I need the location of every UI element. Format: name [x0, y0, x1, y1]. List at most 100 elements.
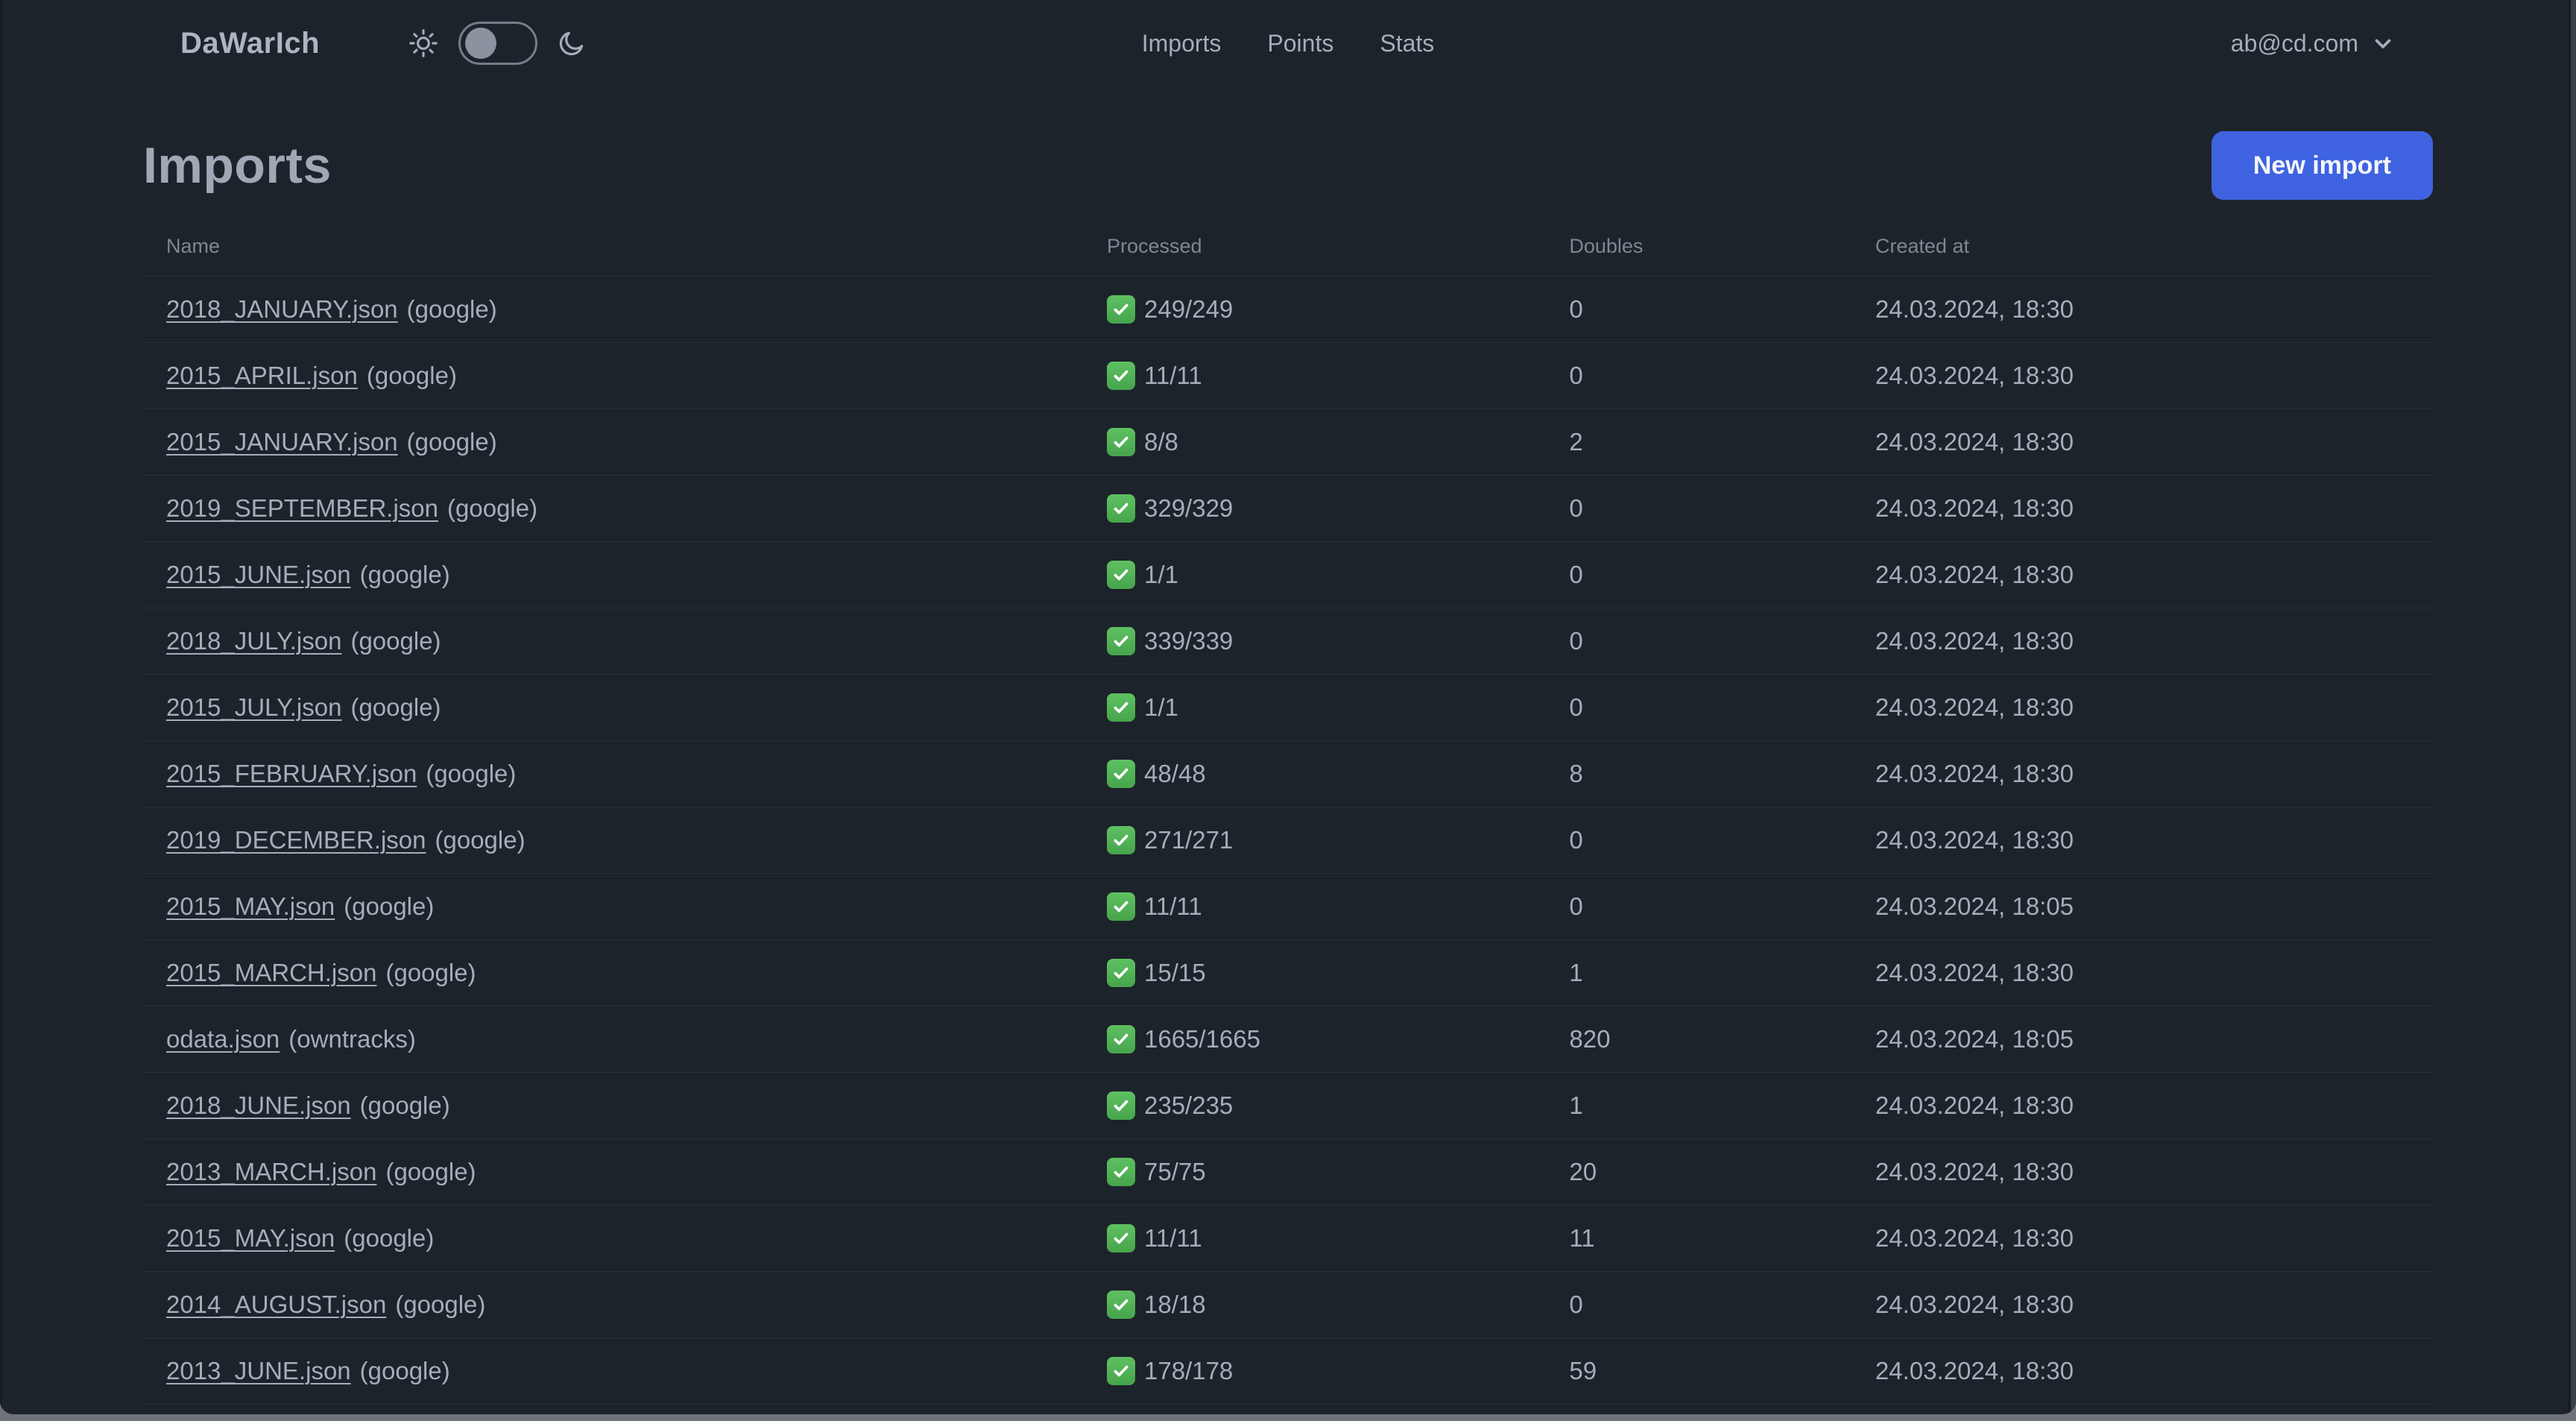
import-file-link[interactable]: 2018_JANUARY.json — [166, 295, 398, 324]
check-icon — [1107, 760, 1135, 788]
import-file-link[interactable]: 2014_AUGUST.json — [166, 1291, 386, 1319]
table-row: 2018_JUNE.json (google) 235/235 1 24.03.… — [143, 1072, 2433, 1138]
check-icon — [1107, 627, 1135, 655]
import-name-cell: 2015_JULY.json (google) — [166, 693, 1107, 722]
import-file-link[interactable]: 2015_FEBRUARY.json — [166, 760, 417, 788]
doubles-cell: 0 — [1569, 892, 1583, 920]
import-name-cell: 2018_JUNE.json (google) — [166, 1091, 1107, 1120]
import-file-link[interactable]: 2013_JUNE.json — [166, 1357, 351, 1385]
import-file-link[interactable]: 2015_JULY.json — [166, 693, 341, 722]
doubles-cell: 0 — [1569, 627, 1583, 655]
table-header-row: Name Processed Doubles Created at — [143, 216, 2433, 276]
nav-link-stats[interactable]: Stats — [1380, 30, 1434, 57]
import-file-link[interactable]: 2018_JUNE.json — [166, 1091, 351, 1120]
processed-cell: 339/339 — [1107, 627, 1569, 655]
user-menu[interactable]: ab@cd.com — [2231, 30, 2396, 57]
table-row: 2015_MAY.json (google) 11/11 0 24.03.202… — [143, 873, 2433, 939]
table-body: 2018_JANUARY.json (google) 249/249 0 24.… — [143, 276, 2433, 1404]
processed-cell: 48/48 — [1107, 760, 1569, 788]
column-header-processed: Processed — [1107, 234, 1202, 257]
created-at-cell: 24.03.2024, 18:30 — [1875, 494, 2074, 522]
nav-link-points[interactable]: Points — [1267, 30, 1333, 57]
import-name-cell: 2018_JULY.json (google) — [166, 627, 1107, 655]
created-at-cell: 24.03.2024, 18:05 — [1875, 892, 2074, 920]
import-file-link[interactable]: 2015_MARCH.json — [166, 959, 376, 987]
doubles-cell: 1 — [1569, 1091, 1583, 1119]
column-header-doubles: Doubles — [1569, 234, 1644, 257]
check-icon — [1107, 494, 1135, 523]
doubles-cell: 59 — [1569, 1357, 1597, 1384]
import-name-cell: 2015_MARCH.json (google) — [166, 959, 1107, 987]
import-file-link[interactable]: 2015_JANUARY.json — [166, 428, 398, 456]
check-icon — [1107, 826, 1135, 854]
table-row: 2013_JUNE.json (google) 178/178 59 24.03… — [143, 1337, 2433, 1404]
import-source: (owntracks) — [288, 1025, 416, 1053]
table-row: 2013_MARCH.json (google) 75/75 20 24.03.… — [143, 1138, 2433, 1205]
table-row: 2014_AUGUST.json (google) 18/18 0 24.03.… — [143, 1271, 2433, 1337]
table-row: 2015_JUNE.json (google) 1/1 0 24.03.2024… — [143, 541, 2433, 608]
processed-count: 271/271 — [1144, 826, 1234, 854]
processed-cell: 75/75 — [1107, 1158, 1569, 1186]
page-title: Imports — [143, 137, 332, 194]
processed-count: 11/11 — [1144, 892, 1202, 920]
theme-switch[interactable] — [458, 22, 538, 65]
table-row: 2015_JANUARY.json (google) 8/8 2 24.03.2… — [143, 409, 2433, 475]
nav-link-imports[interactable]: Imports — [1142, 30, 1222, 57]
import-name-cell: 2015_MAY.json (google) — [166, 892, 1107, 921]
import-file-link[interactable]: 2015_MAY.json — [166, 1224, 335, 1253]
import-source: (google) — [385, 1158, 476, 1185]
moon-icon — [557, 28, 587, 58]
processed-count: 1/1 — [1144, 693, 1178, 721]
imports-page: Imports New import Name Processed Double… — [0, 127, 2576, 1414]
new-import-button[interactable]: New import — [2211, 131, 2433, 200]
doubles-cell: 11 — [1569, 1224, 1595, 1252]
doubles-cell: 0 — [1569, 693, 1583, 721]
created-at-cell: 24.03.2024, 18:30 — [1875, 428, 2074, 456]
import-source: (google) — [426, 760, 517, 787]
import-name-cell: 2015_MAY.json (google) — [166, 1224, 1107, 1253]
theme-switch-knob — [465, 28, 497, 59]
created-at-cell: 24.03.2024, 18:30 — [1875, 1091, 2074, 1119]
table-row: odata.json (owntracks) 1665/1665 820 24.… — [143, 1006, 2433, 1072]
created-at-cell: 24.03.2024, 18:30 — [1875, 1224, 2074, 1252]
scrollbar-gutter[interactable] — [2571, 0, 2576, 1414]
theme-toggle-group — [408, 22, 587, 65]
processed-count: 8/8 — [1144, 428, 1178, 456]
import-file-link[interactable]: 2015_APRIL.json — [166, 362, 358, 390]
doubles-cell: 0 — [1569, 561, 1583, 588]
processed-cell: 8/8 — [1107, 428, 1569, 456]
import-file-link[interactable]: 2019_DECEMBER.json — [166, 826, 426, 854]
processed-cell: 1/1 — [1107, 693, 1569, 722]
import-source: (google) — [359, 561, 450, 588]
import-file-link[interactable]: 2019_SEPTEMBER.json — [166, 494, 438, 523]
check-icon — [1107, 892, 1135, 921]
import-name-cell: 2019_SEPTEMBER.json (google) — [166, 494, 1107, 523]
import-source: (google) — [366, 362, 457, 389]
doubles-cell: 0 — [1569, 362, 1583, 389]
import-source: (google) — [344, 892, 435, 920]
processed-cell: 1/1 — [1107, 561, 1569, 589]
processed-count: 249/249 — [1144, 295, 1234, 323]
check-icon — [1107, 693, 1135, 722]
created-at-cell: 24.03.2024, 18:30 — [1875, 693, 2074, 721]
processed-count: 178/178 — [1144, 1357, 1234, 1384]
table-row: 2015_MAY.json (google) 11/11 11 24.03.20… — [143, 1205, 2433, 1271]
table-row: 2019_DECEMBER.json (google) 271/271 0 24… — [143, 807, 2433, 873]
column-header-created-at: Created at — [1875, 234, 1969, 257]
app-logo[interactable]: DaWarIch — [180, 27, 320, 60]
processed-count: 75/75 — [1144, 1158, 1206, 1185]
import-file-link[interactable]: odata.json — [166, 1025, 280, 1053]
import-file-link[interactable]: 2013_MARCH.json — [166, 1158, 376, 1186]
import-file-link[interactable]: 2015_JUNE.json — [166, 561, 351, 589]
import-source: (google) — [395, 1291, 486, 1318]
processed-count: 329/329 — [1144, 494, 1234, 522]
import-file-link[interactable]: 2018_JULY.json — [166, 627, 341, 655]
page-header: Imports New import — [143, 127, 2433, 204]
created-at-cell: 24.03.2024, 18:30 — [1875, 561, 2074, 588]
import-file-link[interactable]: 2015_MAY.json — [166, 892, 335, 921]
created-at-cell: 24.03.2024, 18:30 — [1875, 959, 2074, 986]
import-name-cell: 2013_JUNE.json (google) — [166, 1357, 1107, 1385]
processed-count: 339/339 — [1144, 627, 1234, 655]
import-name-cell: 2013_MARCH.json (google) — [166, 1158, 1107, 1186]
check-icon — [1107, 1291, 1135, 1319]
